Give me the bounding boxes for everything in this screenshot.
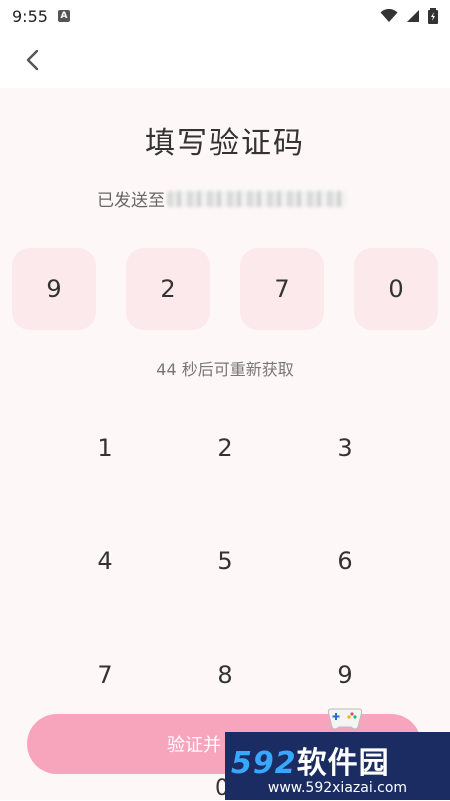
sent-to-row: 已发送至 <box>97 186 347 211</box>
chevron-left-icon <box>26 49 39 71</box>
watermark-brand-text: 软件园 <box>296 746 390 781</box>
verification-content: 填写验证码 已发送至 9 2 7 0 44 秒后可重新获取 1 2 3 4 5 … <box>0 88 450 800</box>
code-digit-1[interactable]: 9 <box>12 248 96 330</box>
battery-icon <box>428 8 438 24</box>
keypad-key-7[interactable]: 7 <box>60 645 150 705</box>
gamepad-logo-icon <box>327 708 363 730</box>
keypad-key-6[interactable]: 6 <box>300 531 390 591</box>
watermark-url: www.592xiazai.com <box>267 780 408 796</box>
verify-button-label: 验证并 <box>167 735 221 756</box>
status-left: 9:55 A <box>12 7 70 26</box>
keypad-key-2[interactable]: 2 <box>180 418 270 478</box>
header <box>0 32 450 88</box>
code-digit-4[interactable]: 0 <box>354 248 438 330</box>
keypad-key-5[interactable]: 5 <box>180 531 270 591</box>
keypad-key-1[interactable]: 1 <box>60 418 150 478</box>
sent-to-label: 已发送至 <box>97 191 165 211</box>
status-time: 9:55 <box>12 6 48 26</box>
watermark: 592软件园 www.592xiazai.com <box>225 732 450 800</box>
back-button[interactable] <box>18 46 46 74</box>
page-title: 填写验证码 <box>145 126 305 161</box>
signal-icon <box>407 10 419 22</box>
masked-phone-number <box>167 190 347 207</box>
code-digit-2[interactable]: 2 <box>126 248 210 330</box>
keypad-key-9[interactable]: 9 <box>300 645 390 705</box>
keypad-key-3[interactable]: 3 <box>300 418 390 478</box>
resend-countdown: 44 秒后可重新获取 <box>156 360 294 379</box>
watermark-brand: 592软件园 <box>231 738 390 782</box>
keypad-key-8[interactable]: 8 <box>180 645 270 705</box>
status-bar: 9:55 A <box>0 0 450 32</box>
status-right <box>380 8 438 24</box>
keypad-key-4[interactable]: 4 <box>60 531 150 591</box>
code-digit-3[interactable]: 7 <box>240 248 324 330</box>
notification-a-icon: A <box>57 10 70 22</box>
watermark-brand-number: 592 <box>231 746 297 781</box>
wifi-icon <box>380 9 398 22</box>
